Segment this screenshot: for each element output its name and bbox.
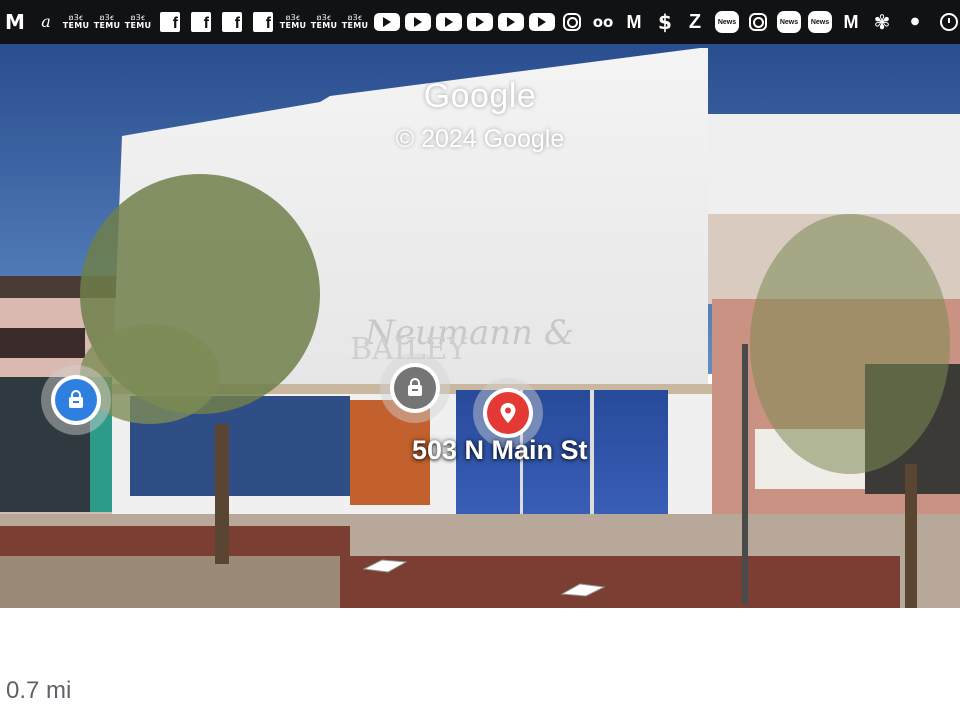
pole	[742, 344, 748, 604]
status-bar: M a ꞛꞫꞓ TEMU ꞛꞫꞓ TEMU ꞛꞫꞓ TEMU f f f f ꞛꞫꞓ T…	[0, 0, 960, 44]
alarm-icon	[940, 13, 958, 31]
nav-arrow-left[interactable]	[360, 557, 410, 579]
news-icon: News	[808, 11, 832, 33]
tree-trunk-left	[215, 424, 229, 564]
mcdonalds-icon: M	[843, 12, 859, 32]
facebook-icon: f	[222, 12, 242, 32]
zillow-icon: Z	[688, 11, 702, 33]
place-label[interactable]: 503 N Main St	[412, 435, 588, 466]
youtube-icon	[467, 13, 493, 31]
temu-label: TEMU	[124, 21, 152, 30]
voicemail-icon: oo	[592, 12, 614, 31]
facebook-icon: f	[253, 12, 273, 32]
shopping-pin-blue[interactable]	[51, 375, 101, 425]
street-view-image[interactable]: Neumann & BAILEY Google © 2024 Google 50…	[0, 44, 960, 608]
tree-canopy-left-lower	[80, 324, 220, 424]
temu-icon: ꞛꞫꞓ TEMU	[310, 11, 338, 33]
window-mullion	[590, 390, 594, 520]
mcdonalds-icon: M	[626, 12, 642, 32]
distance-text: 0.7 mi	[6, 677, 72, 704]
temu-icon: ꞛꞫꞓ TEMU	[93, 11, 121, 33]
youtube-icon	[529, 13, 555, 31]
shopping-bag-icon	[394, 367, 436, 409]
brick-planter-left	[0, 526, 350, 556]
temu-icon: ꞛꞫꞓ TEMU	[341, 11, 369, 33]
youtube-icon	[374, 13, 400, 31]
storefront-sign-bailey: BAILEY	[350, 332, 468, 367]
map-pin-icon	[487, 392, 529, 434]
temu-label: TEMU	[310, 21, 338, 30]
left-building-sign	[0, 328, 85, 358]
facebook-icon: f	[160, 12, 180, 32]
tree-canopy-right	[750, 214, 950, 474]
gravel-bed	[0, 556, 340, 608]
news-icon: News	[715, 11, 739, 33]
temu-label: TEMU	[341, 21, 369, 30]
facebook-icon: f	[191, 12, 211, 32]
news-icon: News	[777, 11, 801, 33]
copyright-text: © 2024 Google	[395, 125, 565, 153]
google-watermark: Google	[423, 77, 537, 115]
fan-icon: ✾	[873, 10, 891, 34]
location-pin-selected[interactable]	[483, 388, 533, 438]
tree-trunk-right	[905, 464, 917, 608]
youtube-icon	[436, 13, 462, 31]
youtube-icon	[405, 13, 431, 31]
nav-arrow-right[interactable]	[558, 577, 608, 599]
notification-dot-icon: ●	[910, 16, 920, 27]
gmail-icon: M	[5, 10, 25, 34]
shopping-pin-gray[interactable]	[390, 363, 440, 413]
instagram-icon	[749, 13, 767, 31]
brick-planter-front	[340, 556, 900, 608]
temu-label: TEMU	[93, 21, 121, 30]
temu-icon: ꞛꞫꞓ TEMU	[279, 11, 307, 33]
script-app-icon: a	[41, 12, 51, 31]
temu-icon: ꞛꞫꞓ TEMU	[124, 11, 152, 33]
temu-label: TEMU	[62, 21, 90, 30]
instagram-icon	[563, 13, 581, 31]
dollar-icon: $	[658, 10, 672, 34]
temu-label: TEMU	[279, 21, 307, 30]
youtube-icon	[498, 13, 524, 31]
shopping-bag-icon	[55, 379, 97, 421]
temu-icon: ꞛꞫꞓ TEMU	[62, 11, 90, 33]
